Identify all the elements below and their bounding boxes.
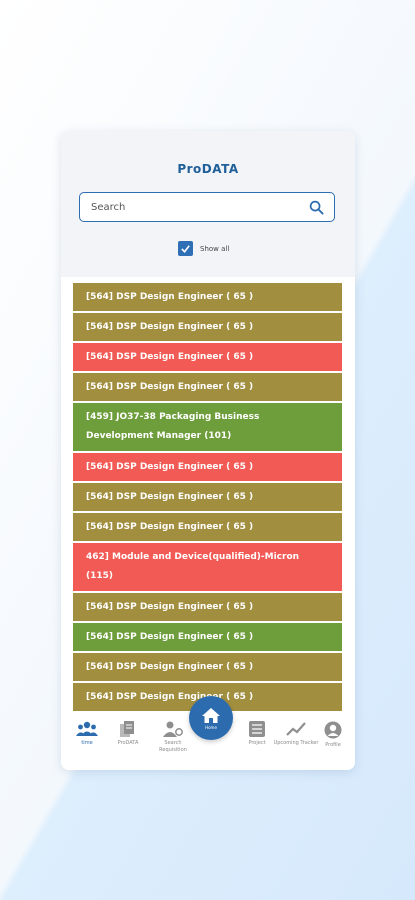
list-item[interactable]: [564] DSP Design Engineer ( 65 ) — [72, 622, 343, 652]
show-all-label: Show all — [200, 244, 230, 253]
list-item[interactable]: [564] DSP Design Engineer ( 65 ) — [72, 652, 343, 682]
nav-products[interactable]: ProDATA — [105, 721, 151, 747]
profile-icon — [324, 721, 342, 739]
list-item[interactable]: [564] DSP Design Engineer ( 65 ) — [72, 372, 343, 402]
requisition-list: [564] DSP Design Engineer ( 65 ) [564] DS… — [72, 282, 343, 742]
check-icon — [181, 245, 190, 253]
header: ProDATA Show all — [61, 131, 355, 277]
list-item[interactable]: [459] JO37-38 Packaging Business Develop… — [72, 402, 343, 452]
list-item[interactable]: [564] DSP Design Engineer ( 65 ) — [72, 452, 343, 482]
list-item[interactable]: 462] Module and Device(qualified)-Micron… — [72, 542, 343, 592]
search-icon[interactable] — [309, 200, 324, 215]
list-item[interactable]: [564] DSP Design Engineer ( 65 ) — [72, 282, 343, 312]
show-all-checkbox[interactable] — [178, 241, 193, 256]
app-screen: ProDATA Show all [564] DSP Design Engine… — [61, 131, 355, 770]
user-search-icon — [163, 721, 183, 737]
list-icon — [249, 721, 265, 737]
list-item[interactable]: [564] DSP Design Engineer ( 65 ) — [72, 342, 343, 372]
trend-icon — [286, 722, 306, 736]
nav-search-requisition[interactable]: Search Requisition — [150, 721, 196, 754]
nav-time[interactable]: time — [64, 721, 110, 747]
home-icon — [202, 707, 220, 723]
list-item[interactable]: [564] DSP Design Engineer ( 65 ) — [72, 312, 343, 342]
nav-search-requisition-label: Search Requisition — [159, 740, 187, 753]
nav-profile-label: Profile — [325, 742, 341, 748]
home-button[interactable]: Home — [189, 696, 233, 740]
list-item[interactable]: [564] DSP Design Engineer ( 65 ) — [72, 512, 343, 542]
list-item[interactable]: [564] DSP Design Engineer ( 65 ) — [72, 482, 343, 512]
app-title: ProDATA — [177, 162, 239, 176]
nav-time-label: time — [81, 740, 93, 746]
list-item[interactable]: [564] DSP Design Engineer ( 65 ) — [72, 592, 343, 622]
search-box[interactable] — [79, 192, 335, 222]
documents-icon — [120, 721, 134, 737]
nav-project-label: Project — [248, 740, 266, 746]
nav-profile[interactable]: Profile — [310, 721, 355, 749]
home-label: Home — [205, 724, 217, 730]
people-icon — [76, 721, 98, 736]
nav-products-label: ProDATA — [117, 740, 139, 746]
search-input[interactable] — [80, 193, 301, 221]
show-all-toggle[interactable]: Show all — [178, 241, 229, 256]
